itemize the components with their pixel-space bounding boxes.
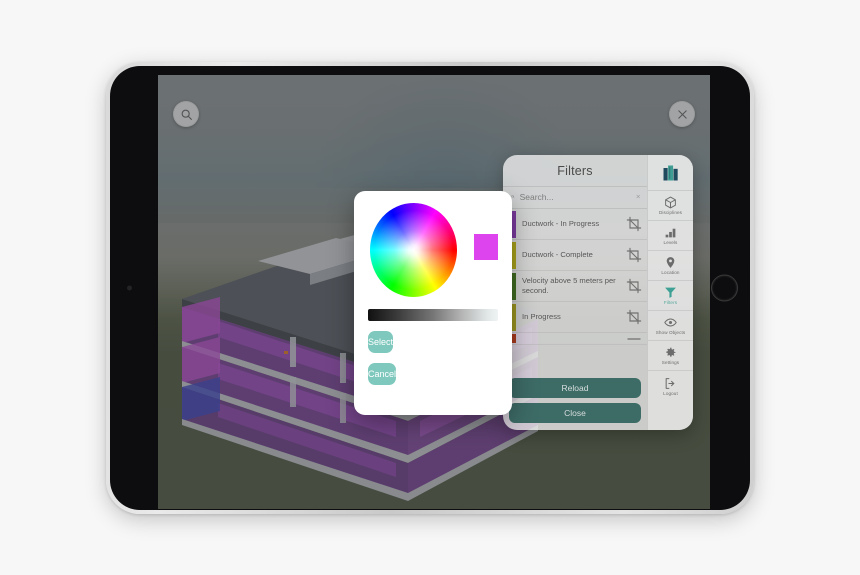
filter-row[interactable]: Velocity above 5 meters per second. bbox=[503, 271, 647, 302]
rail-label: Filters bbox=[663, 300, 678, 305]
app-logo[interactable] bbox=[648, 155, 693, 191]
color-picker-dialog: Select Cancel bbox=[354, 191, 512, 415]
viewport-search-button[interactable] bbox=[173, 101, 199, 127]
select-color-button[interactable]: Select bbox=[368, 331, 394, 353]
gear-icon bbox=[666, 347, 676, 357]
tool-rail: Disciplines Levels Location Filters Show… bbox=[647, 155, 693, 430]
rail-item-show-objects[interactable]: Show Objects bbox=[648, 311, 693, 341]
filters-panel-actions: Reload Close bbox=[503, 374, 647, 430]
crop-isolate-icon[interactable] bbox=[626, 247, 642, 263]
front-camera bbox=[127, 285, 132, 291]
filters-search-input[interactable] bbox=[519, 191, 631, 202]
rail-item-levels[interactable]: Levels bbox=[648, 221, 693, 251]
filter-row[interactable] bbox=[503, 333, 647, 345]
filter-label: Ductwork - In Progress bbox=[522, 219, 600, 229]
rail-item-settings[interactable]: Settings bbox=[648, 341, 693, 371]
rail-label: Location bbox=[661, 270, 680, 275]
filter-label: Ductwork - Complete bbox=[522, 250, 593, 260]
crop-isolate-icon[interactable] bbox=[626, 278, 642, 294]
map-pin-icon bbox=[666, 257, 675, 268]
rail-item-location[interactable]: Location bbox=[648, 251, 693, 281]
eye-icon bbox=[664, 318, 677, 327]
filters-panel-body: Filters Ductwork - In Progr bbox=[503, 155, 647, 430]
rail-label: Levels bbox=[663, 240, 678, 245]
filters-panel-title: Filters bbox=[557, 164, 593, 178]
viewport-close-button[interactable] bbox=[669, 101, 695, 127]
color-wheel[interactable] bbox=[370, 203, 457, 297]
rail-label: Disciplines bbox=[658, 210, 683, 215]
clear-search-icon[interactable] bbox=[636, 191, 640, 202]
cancel-color-button[interactable]: Cancel bbox=[368, 363, 397, 385]
tablet-device: Filters Ductwork - In Progr bbox=[106, 62, 754, 514]
filter-list[interactable]: Ductwork - In Progress Ductwork - Comple… bbox=[503, 209, 647, 374]
rail-item-disciplines[interactable]: Disciplines bbox=[648, 191, 693, 221]
rail-label: Show Objects bbox=[655, 330, 686, 335]
close-panel-button[interactable]: Close bbox=[509, 403, 641, 423]
selected-color-swatch bbox=[473, 234, 498, 260]
rail-item-filters[interactable]: Filters bbox=[648, 281, 693, 311]
filter-row[interactable]: Ductwork - Complete bbox=[503, 240, 647, 271]
rail-label: Logout bbox=[663, 390, 678, 396]
logout-icon bbox=[665, 377, 675, 389]
dash-icon[interactable] bbox=[626, 333, 642, 345]
funnel-icon bbox=[665, 287, 676, 298]
filter-label: Velocity above 5 meters per second. bbox=[522, 276, 616, 295]
cube-icon bbox=[665, 196, 676, 209]
bar-chart-icon bbox=[665, 228, 676, 238]
home-button[interactable] bbox=[711, 274, 738, 302]
crop-isolate-icon[interactable] bbox=[626, 309, 642, 325]
brightness-slider[interactable] bbox=[368, 309, 498, 321]
building-logo-icon bbox=[663, 165, 678, 180]
rail-item-logout[interactable]: Logout bbox=[648, 371, 693, 401]
close-icon bbox=[677, 109, 687, 119]
tablet-bezel: Filters Ductwork - In Progr bbox=[110, 66, 750, 510]
filters-search-row bbox=[503, 186, 647, 209]
filter-label: In Progress bbox=[522, 312, 561, 322]
rail-label: Settings bbox=[661, 360, 680, 365]
reload-button[interactable]: Reload bbox=[509, 378, 641, 398]
color-wheel-row bbox=[368, 203, 498, 297]
filters-panel: Filters Ductwork - In Progr bbox=[503, 155, 693, 430]
filter-row[interactable]: In Progress bbox=[503, 302, 647, 333]
tablet-screen: Filters Ductwork - In Progr bbox=[158, 75, 710, 509]
search-icon bbox=[181, 109, 192, 120]
crop-isolate-icon[interactable] bbox=[626, 216, 642, 232]
filter-row[interactable]: Ductwork - In Progress bbox=[503, 209, 647, 240]
